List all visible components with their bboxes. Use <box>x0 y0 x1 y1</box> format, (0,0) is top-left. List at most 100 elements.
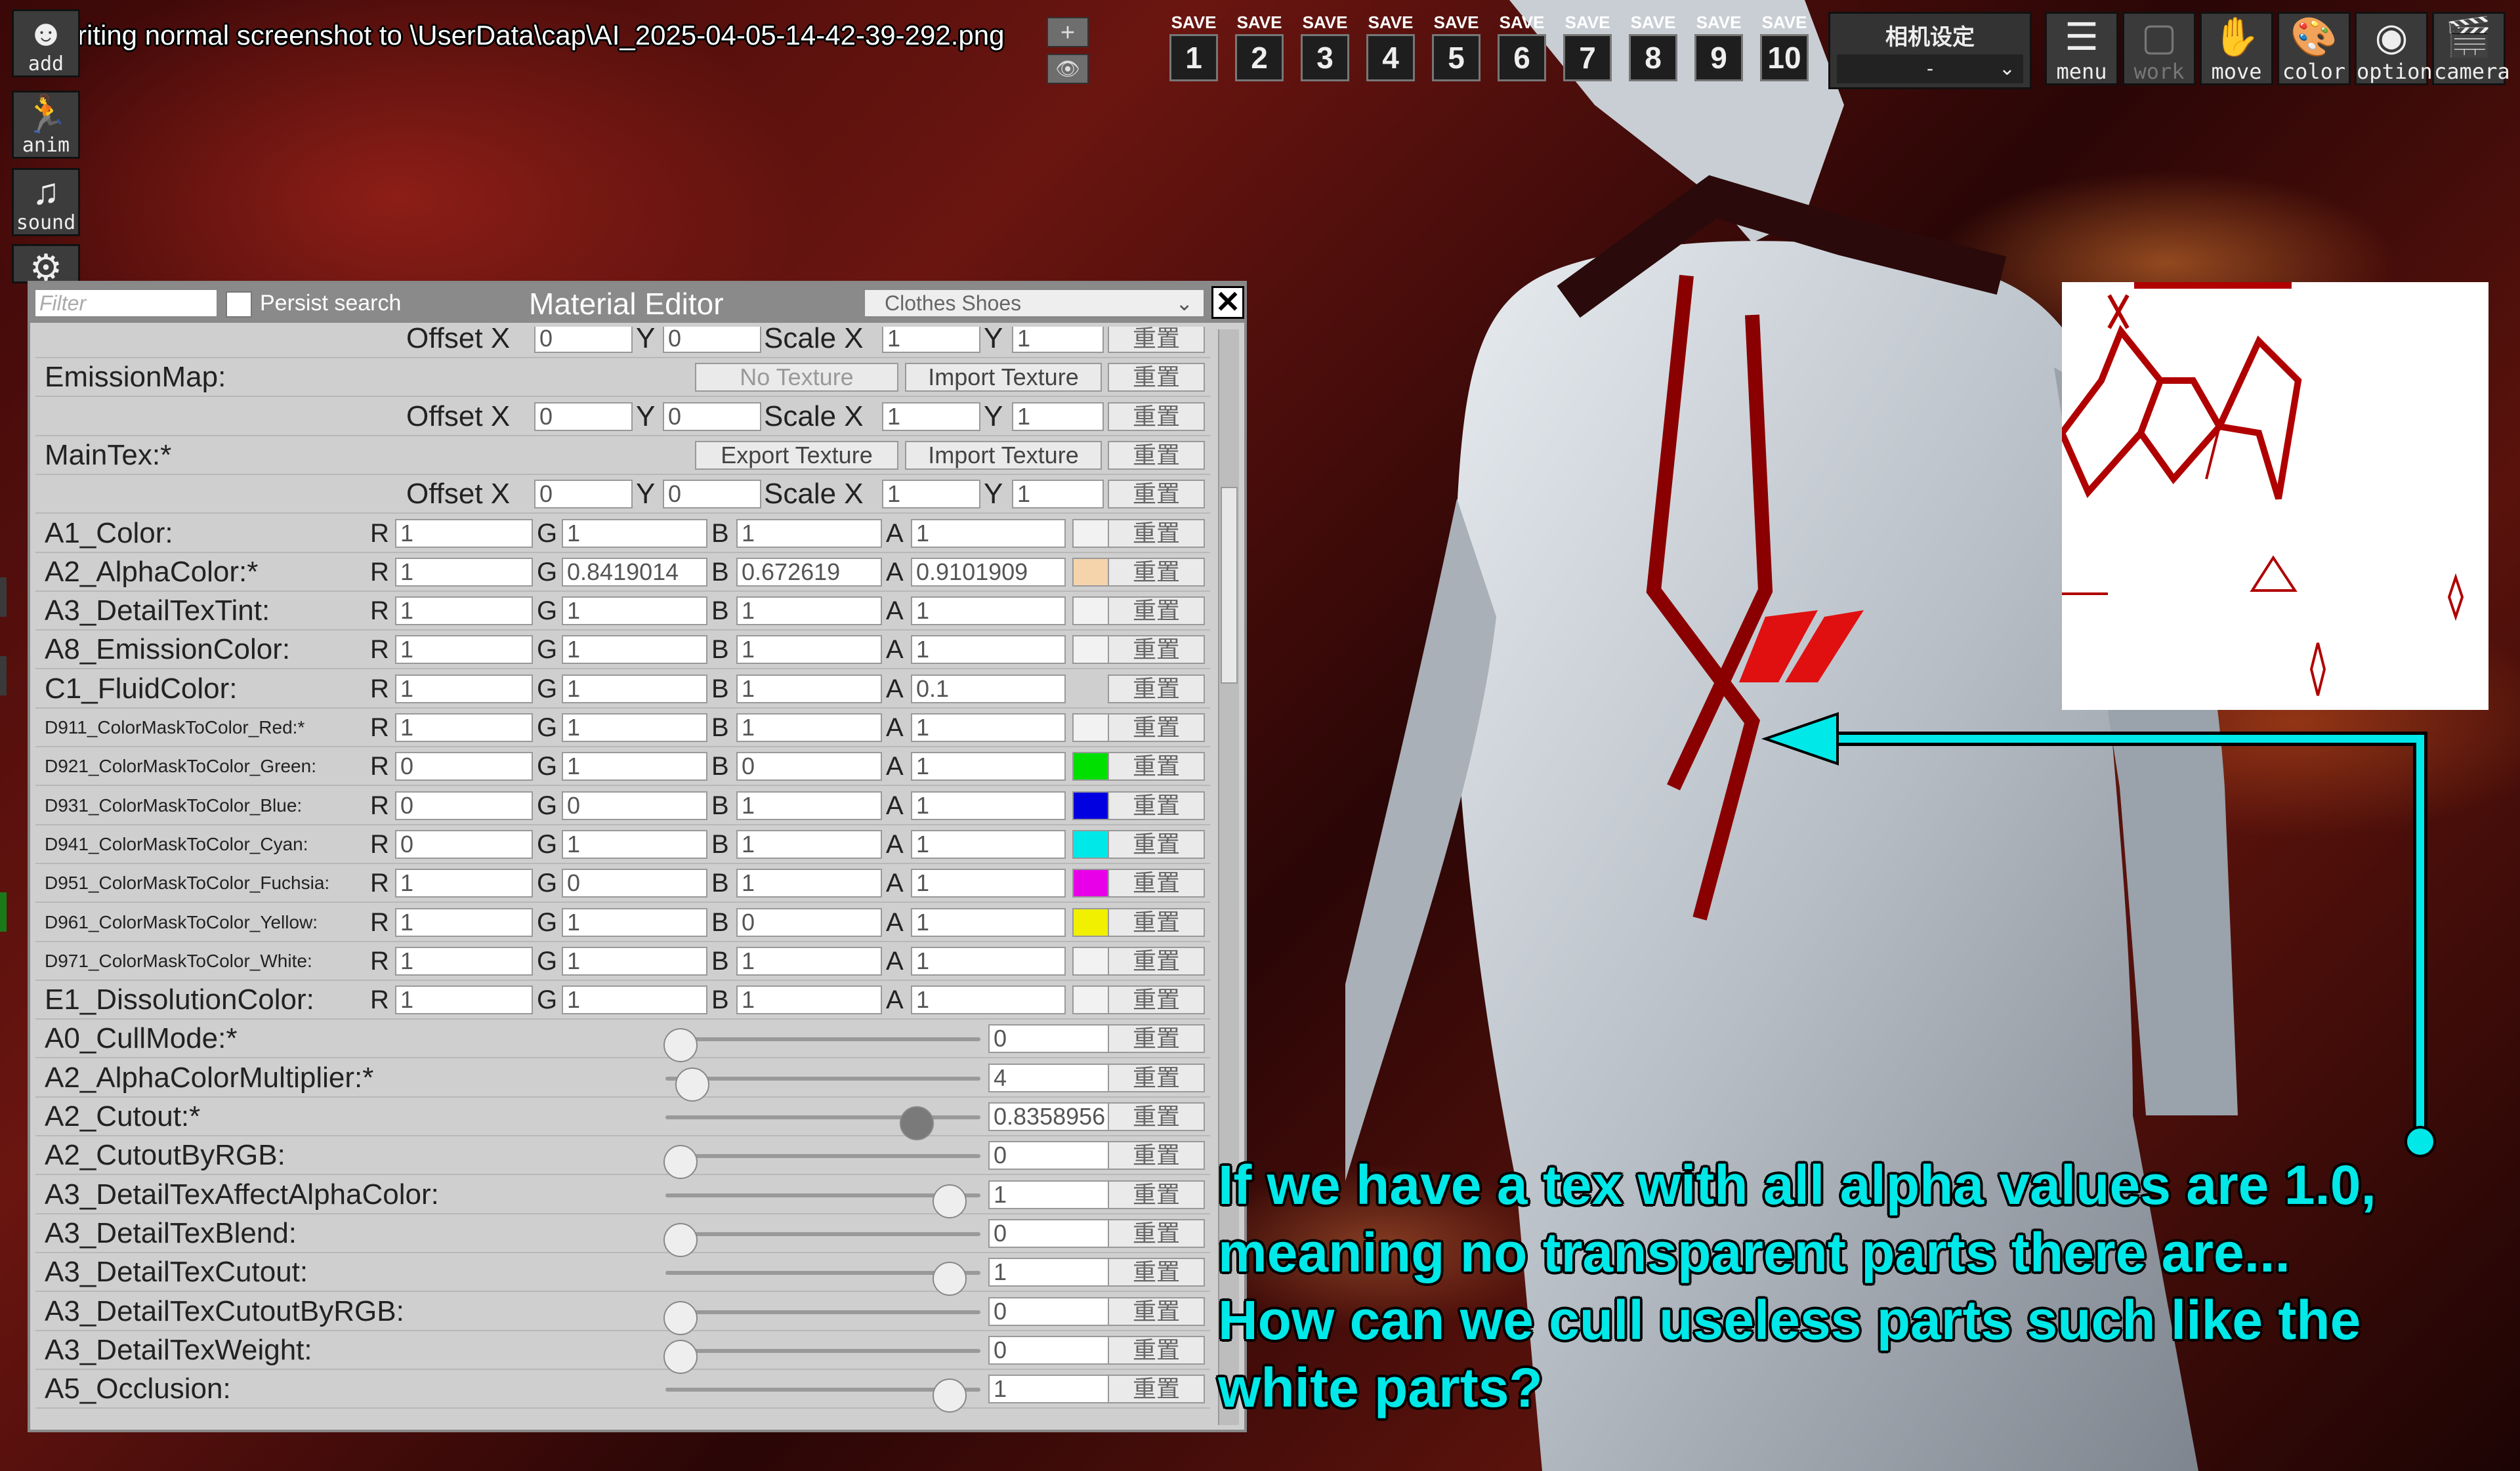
move-button[interactable]: ✋ move <box>2200 12 2273 85</box>
reset-button[interactable]: 重置 <box>1108 907 1205 937</box>
channel-a-input[interactable]: 1 <box>911 752 1066 781</box>
offset-x-input[interactable]: 0 <box>534 327 633 353</box>
color-button[interactable]: 🎨 color <box>2277 12 2351 85</box>
color-swatch[interactable] <box>1072 869 1109 898</box>
channel-g-input[interactable]: 1 <box>562 596 707 626</box>
channel-b-input[interactable]: 0.672619 <box>736 557 882 587</box>
reset-button[interactable]: 重置 <box>1108 518 1205 548</box>
channel-b-input[interactable]: 1 <box>736 985 882 1015</box>
menu-button[interactable]: ☰ menu <box>2045 12 2118 85</box>
offset-y-input[interactable]: 0 <box>663 480 761 509</box>
channel-a-input[interactable]: 0.9101909 <box>911 557 1066 587</box>
slider-track[interactable] <box>665 1310 980 1314</box>
channel-b-input[interactable]: 1 <box>736 713 882 742</box>
channel-g-input[interactable]: 1 <box>562 946 707 976</box>
import-texture-button[interactable]: Import Texture <box>905 363 1102 392</box>
persist-search-checkbox[interactable] <box>226 291 252 318</box>
channel-a-input[interactable]: 1 <box>911 907 1066 937</box>
save-slot-button[interactable]: SAVE 6 <box>1495 12 1549 91</box>
reset-button[interactable]: 重置 <box>1108 752 1205 781</box>
option-button[interactable]: ◉ option <box>2355 12 2433 85</box>
channel-r-input[interactable]: 1 <box>395 907 533 937</box>
reset-button[interactable]: 重置 <box>1108 1296 1205 1326</box>
channel-a-input[interactable]: 1 <box>911 596 1066 626</box>
reset-button[interactable]: 重置 <box>1108 1218 1205 1248</box>
channel-b-input[interactable]: 1 <box>736 596 882 626</box>
channel-g-input[interactable]: 1 <box>562 829 707 859</box>
reset-button[interactable]: 重置 <box>1108 635 1205 665</box>
color-swatch[interactable] <box>1072 557 1109 587</box>
channel-g-input[interactable]: 0 <box>562 869 707 898</box>
save-slot-button[interactable]: SAVE 4 <box>1364 12 1418 91</box>
scale-y-input[interactable]: 1 <box>1012 327 1104 353</box>
color-swatch[interactable] <box>1072 985 1109 1015</box>
channel-r-input[interactable]: 1 <box>395 713 533 742</box>
color-swatch[interactable] <box>1072 596 1109 626</box>
channel-a-input[interactable]: 1 <box>911 713 1066 742</box>
channel-b-input[interactable]: 1 <box>736 829 882 859</box>
channel-r-input[interactable]: 1 <box>395 557 533 587</box>
reset-button[interactable]: 重置 <box>1108 1375 1205 1404</box>
slider-track[interactable] <box>665 1037 980 1042</box>
channel-g-input[interactable]: 1 <box>562 713 707 742</box>
material-select[interactable]: Clothes Shoes ⌄ <box>864 289 1205 318</box>
color-swatch[interactable] <box>1072 791 1109 820</box>
texture-button-1[interactable]: No Texture <box>695 363 898 392</box>
slider-knob[interactable] <box>933 1184 967 1218</box>
save-slot-button[interactable]: SAVE 2 <box>1232 12 1286 91</box>
reset-button[interactable]: 重置 <box>1108 829 1205 859</box>
reset-button[interactable]: 重置 <box>1108 791 1205 820</box>
slider-knob[interactable] <box>663 1339 698 1374</box>
channel-g-input[interactable]: 1 <box>562 674 707 703</box>
color-swatch[interactable] <box>1072 713 1109 742</box>
reset-button[interactable]: 重置 <box>1108 985 1205 1015</box>
channel-g-input[interactable]: 0.8419014 <box>562 557 707 587</box>
reset-button[interactable]: 重置 <box>1108 946 1205 976</box>
channel-g-input[interactable]: 1 <box>562 518 707 548</box>
slider-track[interactable] <box>665 1348 980 1353</box>
channel-a-input[interactable]: 1 <box>911 518 1066 548</box>
channel-b-input[interactable]: 1 <box>736 791 882 820</box>
offset-y-input[interactable]: 0 <box>663 327 761 353</box>
reset-button[interactable]: 重置 <box>1108 713 1205 742</box>
slider-knob[interactable] <box>900 1106 934 1140</box>
slider-track[interactable] <box>665 1076 980 1081</box>
channel-b-input[interactable]: 1 <box>736 518 882 548</box>
add-button[interactable]: ☻ add <box>12 9 80 77</box>
channel-b-input[interactable]: 1 <box>736 869 882 898</box>
camera-button[interactable]: 🎬 camera <box>2432 12 2510 85</box>
slider-knob[interactable] <box>663 1222 698 1257</box>
reset-button[interactable]: 重置 <box>1108 557 1205 587</box>
slider-track[interactable] <box>665 1232 980 1236</box>
add-small-button[interactable]: + <box>1047 17 1089 47</box>
channel-a-input[interactable]: 0.1 <box>911 674 1066 703</box>
visibility-button[interactable]: 👁 <box>1047 54 1089 84</box>
channel-r-input[interactable]: 1 <box>395 869 533 898</box>
camera-setting-value[interactable]: - ⌄ <box>1837 54 2023 83</box>
save-slot-button[interactable]: SAVE 3 <box>1298 12 1352 91</box>
scale-y-input[interactable]: 1 <box>1012 480 1104 509</box>
slider-knob[interactable] <box>663 1028 698 1063</box>
scrollbar-thumb[interactable] <box>1221 487 1238 684</box>
scale-x-input[interactable]: 1 <box>882 480 980 509</box>
channel-b-input[interactable]: 0 <box>736 752 882 781</box>
offset-x-input[interactable]: 0 <box>534 480 633 509</box>
channel-r-input[interactable]: 1 <box>395 518 533 548</box>
sound-button[interactable]: ♫ sound <box>12 168 80 236</box>
color-swatch[interactable] <box>1072 829 1109 859</box>
color-swatch[interactable] <box>1072 752 1109 781</box>
filter-input[interactable]: Filter <box>34 289 218 318</box>
channel-b-input[interactable]: 1 <box>736 946 882 976</box>
channel-r-input[interactable]: 1 <box>395 596 533 626</box>
scale-y-input[interactable]: 1 <box>1012 402 1104 431</box>
channel-g-input[interactable]: 1 <box>562 752 707 781</box>
reset-button[interactable]: 重置 <box>1108 1180 1205 1209</box>
channel-b-input[interactable]: 1 <box>736 635 882 665</box>
reset-button[interactable]: 重置 <box>1108 363 1205 392</box>
slider-knob[interactable] <box>663 1145 698 1180</box>
channel-g-input[interactable]: 0 <box>562 791 707 820</box>
channel-r-input[interactable]: 0 <box>395 752 533 781</box>
reset-button[interactable]: 重置 <box>1108 1102 1205 1131</box>
slider-knob[interactable] <box>933 1378 967 1413</box>
reset-button[interactable]: 重置 <box>1108 440 1205 470</box>
